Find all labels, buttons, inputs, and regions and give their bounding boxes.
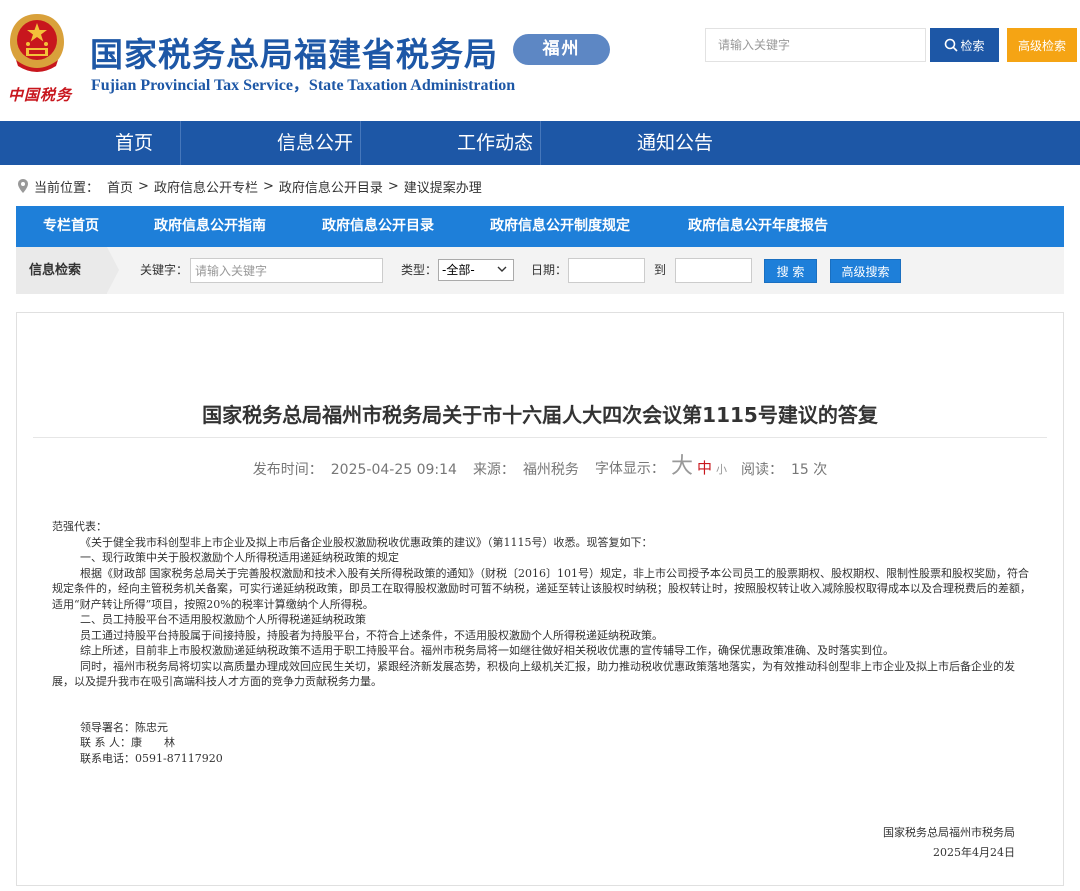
type-select-value: -全部- [442, 263, 475, 277]
breadcrumb-item-info-catalog[interactable]: 政府信息公开目录 [279, 177, 383, 196]
contact-person: 联 系 人：康 林 [80, 736, 175, 749]
column-nav-annual-report[interactable]: 政府信息公开年度报告 [688, 206, 828, 247]
article-paragraph: 员工通过持股平台持股属于间接持股，持股者为持股平台，不符合上述条件，不适用股权激… [80, 628, 663, 642]
column-nav-catalog[interactable]: 政府信息公开目录 [322, 206, 434, 247]
article-paragraph: 范强代表： [52, 520, 107, 533]
publish-label: 发布时间： [252, 462, 323, 478]
breadcrumb-separator: > [387, 178, 399, 194]
info-search-arrow [107, 247, 119, 293]
date-end-input[interactable] [675, 258, 752, 283]
keyword-label: 关键字： [140, 263, 189, 277]
publish-time: 2025-04-25 09:14 [330, 462, 457, 478]
contact-phone: 联系电话：0591-87117920 [80, 751, 223, 765]
search-button[interactable]: 搜 索 [764, 259, 817, 283]
font-size-medium-button[interactable]: 中 [697, 459, 712, 477]
top-search-button[interactable]: 检索 [930, 28, 999, 62]
main-nav: 首页 信息公开 工作动态 通知公告 [0, 121, 1080, 165]
main-nav-home[interactable]: 首页 [88, 121, 180, 165]
article-signature: 国家税务总局福州市税务局 2025年4月24日 [883, 823, 1015, 863]
font-size-label: 字体显示： [594, 461, 665, 477]
breadcrumb-separator: > [138, 178, 149, 194]
article-paragraph: 一、现行政策中关于股权激励个人所得税适用递延纳税政策的规定 [80, 551, 399, 564]
keyword-input[interactable] [190, 258, 383, 283]
date-label: 日期： [531, 263, 568, 277]
site-header: 中国税务 国家税务总局福建省税务局 Fujian Provincial Tax … [0, 0, 1080, 121]
top-search-button-label: 检索 [960, 38, 985, 53]
column-nav: 专栏首页 政府信息公开指南 政府信息公开目录 政府信息公开制度规定 政府信息公开… [16, 206, 1064, 247]
article-container: 国家税务总局福州市税务局关于市十六届人大四次会议第1115号建议的答复 发布时间… [16, 312, 1064, 886]
search-icon [945, 38, 959, 52]
site-subtitle: Fujian Provincial Tax Service，State Taxa… [91, 77, 516, 94]
city-badge[interactable]: 福州 [513, 34, 610, 65]
breadcrumb-item-proposal-handling[interactable]: 建议提案办理 [404, 177, 482, 196]
breadcrumb-prefix: 当前位置： [34, 180, 100, 196]
advanced-search-button[interactable]: 高级搜索 [830, 259, 901, 283]
location-pin-icon [18, 179, 28, 193]
contact-leader: 领导署名：陈忠元 [80, 720, 168, 734]
logo-text: 中国税务 [8, 86, 73, 104]
date-start-input[interactable] [568, 258, 645, 283]
type-label: 类型： [401, 263, 438, 277]
font-size-large-button[interactable]: 大 [671, 454, 693, 479]
breadcrumb-item-info-column[interactable]: 政府信息公开专栏 [154, 177, 258, 196]
article-paragraph: 《关于健全我市科创型非上市企业及拟上市后备企业股权激励税收优惠政策的建议》（第1… [80, 535, 653, 549]
column-nav-regulations[interactable]: 政府信息公开制度规定 [490, 206, 630, 247]
read-label: 阅读： [740, 462, 783, 478]
info-search-title: 信息检索 [16, 247, 107, 294]
article-paragraph: 综上所述，目前非上市股权激励递延纳税政策不适用于职工持股平台。福州市税务局将一如… [80, 644, 894, 657]
breadcrumb: 当前位置： 首页 > 政府信息公开专栏 > 政府信息公开目录 > 建议提案办理 [16, 176, 482, 196]
column-nav-guide[interactable]: 政府信息公开指南 [154, 206, 266, 247]
title-divider [33, 437, 1047, 438]
nav-divider [180, 121, 181, 165]
column-nav-home[interactable]: 专栏首页 [43, 206, 99, 247]
nav-divider [540, 121, 541, 165]
article-paragraph: 同时，福州市税务局将切实以高质量办理成效回应民生关切，紧跟经济新发展态势，积极向… [52, 659, 1015, 689]
article-paragraph: 根据《财政部 国家税务总局关于完善股权激励和技术入股有关所得税政策的通知》（财税… [52, 566, 1031, 611]
nav-divider [360, 121, 361, 165]
type-select[interactable]: -全部- [438, 259, 514, 281]
article-meta: 发布时间： 2025-04-25 09:14 来源： 福州税务 字体显示： 大中小 阅… [17, 453, 1063, 479]
main-nav-info-disclosure[interactable]: 信息公开 [260, 121, 370, 165]
read-count: 15 次 [790, 462, 828, 478]
main-nav-notices[interactable]: 通知公告 [620, 121, 730, 165]
top-search-input[interactable] [705, 28, 926, 62]
site-title[interactable]: 国家税务总局福建省税务局 [90, 28, 498, 76]
article-paragraph: 二、员工持股平台不适用股权激励个人所得税递延纳税政策 [80, 613, 366, 626]
article-body: 范强代表： 《关于健全我市科创型非上市企业及拟上市后备企业股权激励税收优惠政策的… [52, 519, 1032, 766]
source-value: 福州税务 [522, 462, 579, 478]
breadcrumb-separator: > [262, 178, 274, 194]
main-nav-work-news[interactable]: 工作动态 [440, 121, 550, 165]
top-advanced-search-button[interactable]: 高级检索 [1007, 28, 1077, 62]
source-label: 来源： [472, 462, 515, 478]
info-search-bar: 信息检索 关键字： 类型： -全部- 日期： 到 搜 索 高级搜索 [16, 247, 1064, 294]
date-to-label: 到 [654, 263, 667, 277]
chevron-down-icon [497, 266, 507, 272]
signature-org: 国家税务总局福州市税务局 [883, 826, 1015, 839]
breadcrumb-item-home[interactable]: 首页 [107, 177, 133, 196]
article-title: 国家税务总局福州市税务局关于市十六届人大四次会议第1115号建议的答复 [202, 403, 878, 427]
font-size-small-button[interactable]: 小 [716, 463, 727, 476]
national-emblem-icon[interactable] [6, 10, 68, 76]
signature-date: 2025年4月24日 [933, 846, 1015, 859]
